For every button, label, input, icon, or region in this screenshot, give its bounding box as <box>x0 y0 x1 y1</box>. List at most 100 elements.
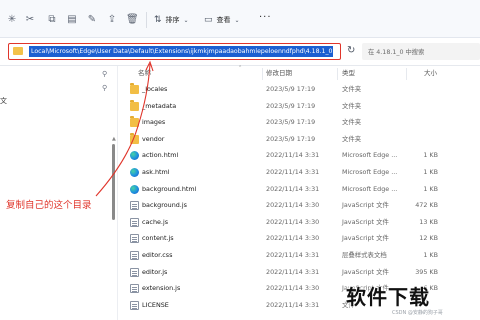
watermark-logo-text: 软件下载 <box>346 285 430 309</box>
file-row[interactable]: cache.js 2022/11/14 3:30 JavaScript 文件 13 K… <box>118 214 480 231</box>
chevron-down-icon: ⌄ <box>234 16 240 24</box>
pin-icon: ⚲ <box>102 70 108 78</box>
file-name: content.js <box>142 234 174 243</box>
sort-icon: ⇅ <box>154 15 162 25</box>
file-name: extension.js <box>142 284 181 293</box>
file-date: 2022/11/14 3:30 <box>266 234 320 243</box>
sort-button[interactable]: ⇅ 排序 ⌄ <box>154 13 189 27</box>
file-date: 2023/5/9 17:19 <box>266 85 316 93</box>
file-name: action.html <box>142 151 179 160</box>
rename-icon[interactable]: ✎ <box>86 14 98 26</box>
file-date: 2022/11/14 3:30 <box>266 201 320 210</box>
file-date: 2023/5/9 17:19 <box>266 134 316 143</box>
file-size: 472 KB <box>415 201 438 210</box>
folder-icon <box>130 83 139 94</box>
command-bar: ✳ ✂ ⧉ ▤ ✎ ⇪ 🗑 ⇅ 排序 ⌄ ▭ 查看 ⌄ ··· <box>0 0 480 38</box>
file-date: 2022/11/14 3:31 <box>266 151 320 160</box>
pin-icon: ⚲ <box>102 84 108 92</box>
view-icon: ▭ <box>204 15 213 25</box>
column-header-name[interactable]: 名称 <box>138 66 151 80</box>
file-date: 2022/11/14 3:31 <box>266 184 320 193</box>
sort-label: 排序 <box>165 16 180 24</box>
refresh-icon[interactable]: ↻ <box>347 45 355 56</box>
copy-icon[interactable]: ⧉ <box>46 14 58 26</box>
address-path[interactable]: Local\Microsoft\Edge\User Data\Default\E… <box>29 46 333 57</box>
file-type: 文件夹 <box>342 134 362 143</box>
nav-item-partial-label[interactable]: 文 <box>0 96 7 106</box>
file-size: 1 KB <box>423 168 438 176</box>
file-type: Microsoft Edge ... <box>342 151 398 160</box>
file-date: 2022/11/14 3:31 <box>266 168 320 176</box>
file-type: JavaScript 文件 <box>342 201 389 210</box>
file-row[interactable]: editor.css 2022/11/14 3:31 层叠样式表文档 1 KB <box>118 247 480 264</box>
annotation-text: 复制自己的这个目录 <box>6 200 92 211</box>
folder-icon <box>13 47 23 55</box>
view-button[interactable]: ▭ 查看 ⌄ <box>204 13 240 27</box>
more-options-button[interactable]: ··· <box>259 12 272 23</box>
file-date: 2022/11/14 3:30 <box>266 217 320 226</box>
file-name: editor.css <box>142 251 173 259</box>
folder-icon <box>130 132 139 144</box>
file-row[interactable]: _metadata 2023/5/9 17:19 文件夹 <box>118 98 480 115</box>
delete-icon[interactable]: 🗑 <box>126 14 139 26</box>
address-bar[interactable]: Local\Microsoft\Edge\User Data\Default\E… <box>8 43 341 60</box>
file-type: 文件夹 <box>342 85 362 93</box>
file-size: 1 KB <box>423 151 438 160</box>
column-divider[interactable] <box>337 68 338 80</box>
file-type: 层叠样式表文档 <box>342 251 387 259</box>
js-file-icon <box>130 217 139 227</box>
file-date: 2022/11/14 3:31 <box>266 251 320 259</box>
file-row[interactable]: background.html 2022/11/14 3:31 Microsoft … <box>118 181 480 198</box>
file-row[interactable]: background.js 2022/11/14 3:30 JavaScript 文… <box>118 197 480 214</box>
toolbar-divider <box>146 12 147 28</box>
paste-icon[interactable]: ▤ <box>66 14 78 26</box>
file-type: Microsoft Edge ... <box>342 168 398 176</box>
view-label: 查看 <box>216 16 231 24</box>
file-row[interactable]: action.html 2022/11/14 3:31 Microsoft Edge… <box>118 147 480 164</box>
column-header-date[interactable]: 修改日期 <box>266 66 292 80</box>
share-icon[interactable]: ⇪ <box>106 14 118 26</box>
file-name: editor.js <box>142 267 168 276</box>
file-name: background.js <box>142 201 187 210</box>
search-placeholder: 在 4.18.1_0 中搜索 <box>368 49 425 56</box>
file-size: 13 KB <box>419 217 438 226</box>
file-row[interactable]: _locales 2023/5/9 17:19 文件夹 <box>118 81 480 98</box>
chevron-down-icon: ⌄ <box>183 16 189 24</box>
file-name: images <box>142 118 166 127</box>
file-date: 2022/11/14 3:31 <box>266 300 320 309</box>
folder-icon <box>130 99 139 111</box>
edge-html-icon <box>130 151 139 161</box>
file-name: _metadata <box>142 101 177 110</box>
file-type: 文件夹 <box>342 101 362 110</box>
cut-icon[interactable]: ✂ <box>24 14 36 26</box>
folder-icon <box>130 116 139 128</box>
file-type: JavaScript 文件 <box>342 234 389 243</box>
file-row[interactable]: content.js 2022/11/14 3:30 JavaScript 文件 12… <box>118 230 480 247</box>
file-type: JavaScript 文件 <box>342 267 389 276</box>
file-size <box>402 98 438 115</box>
edge-html-icon <box>130 168 139 177</box>
file-row[interactable]: images 2023/5/9 17:19 文件夹 <box>118 114 480 131</box>
file-size: 395 KB <box>415 267 438 276</box>
file-size <box>402 131 438 148</box>
column-divider[interactable] <box>406 68 407 80</box>
column-header-type[interactable]: 类型 <box>342 66 355 80</box>
scrollbar-thumb[interactable] <box>112 144 115 220</box>
address-row: Local\Microsoft\Edge\User Data\Default\E… <box>0 38 480 66</box>
file-date: 2023/5/9 17:19 <box>266 118 316 127</box>
file-row[interactable]: ask.html 2022/11/14 3:31 Microsoft Edge ..… <box>118 164 480 181</box>
search-input[interactable]: 在 4.18.1_0 中搜索 <box>362 43 480 60</box>
column-header-size[interactable]: 大小 <box>424 66 437 80</box>
file-type: JavaScript 文件 <box>342 217 389 226</box>
file-row[interactable]: vendor 2023/5/9 17:19 文件夹 <box>118 131 480 148</box>
scroll-up-icon[interactable]: ▲ <box>112 136 116 142</box>
file-date: 2023/5/9 17:19 <box>266 101 316 110</box>
css-file-icon <box>130 251 139 260</box>
new-icon[interactable]: ✳ <box>6 14 18 26</box>
navigation-pane: 文 ⚲ ⚲ ▲ <box>0 66 118 320</box>
watermark-credit: CSDN @安静的狗子哥 <box>392 310 443 316</box>
column-divider[interactable] <box>262 68 263 80</box>
js-file-icon <box>130 201 139 211</box>
file-date: 2022/11/14 3:30 <box>266 284 320 293</box>
file-row[interactable]: editor.js 2022/11/14 3:31 JavaScript 文件 395… <box>118 264 480 281</box>
